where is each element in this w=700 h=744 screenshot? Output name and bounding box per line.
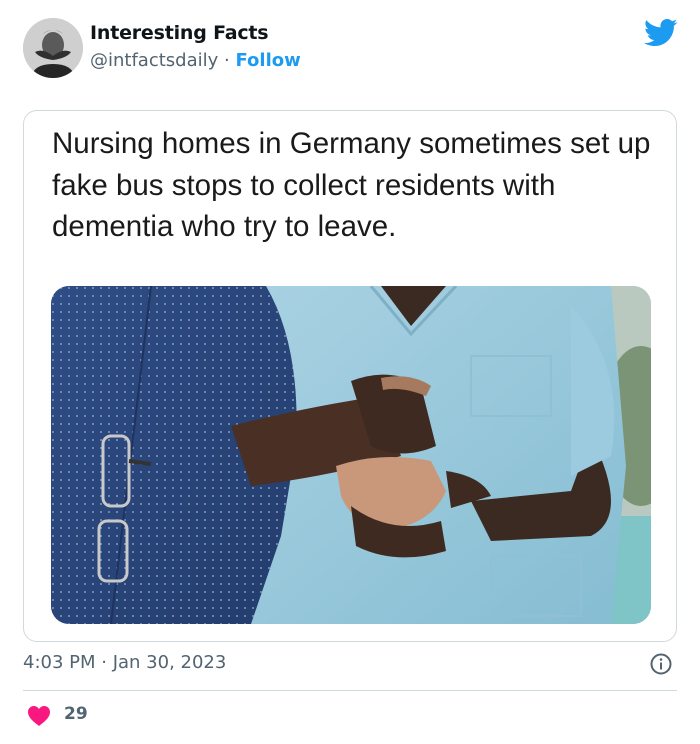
avatar[interactable] bbox=[23, 18, 83, 78]
tweet-embed: Interesting Facts @intfactsdaily · Follo… bbox=[0, 0, 700, 744]
media-card[interactable]: Nursing homes in Germany sometimes set u… bbox=[23, 110, 677, 642]
tweet-timestamp[interactable]: 4:03 PM · Jan 30, 2023 bbox=[23, 652, 226, 673]
twitter-bird-icon[interactable] bbox=[644, 18, 678, 48]
author-handle-row: @intfactsdaily · Follow bbox=[90, 50, 301, 71]
author-name[interactable]: Interesting Facts bbox=[90, 22, 269, 44]
author-handle[interactable]: @intfactsdaily bbox=[90, 50, 218, 71]
like-count[interactable]: 29 bbox=[64, 704, 88, 724]
follow-button[interactable]: Follow bbox=[235, 50, 300, 71]
card-photo[interactable] bbox=[51, 286, 651, 624]
info-icon[interactable] bbox=[650, 653, 672, 675]
card-headline: Nursing homes in Germany sometimes set u… bbox=[52, 127, 651, 243]
divider bbox=[23, 690, 677, 691]
heart-icon[interactable] bbox=[27, 705, 51, 727]
separator-dot: · bbox=[224, 50, 230, 71]
